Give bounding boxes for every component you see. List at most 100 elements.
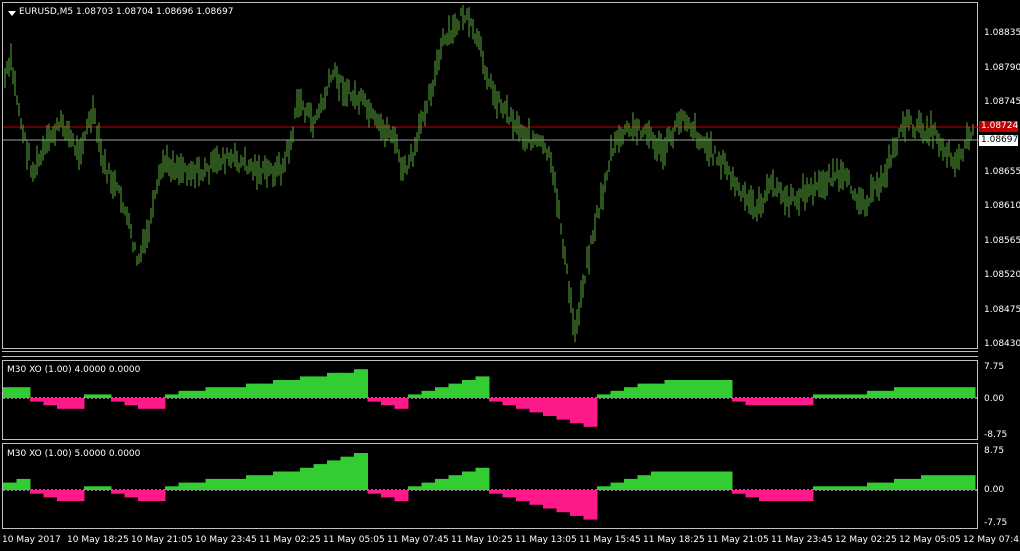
histogram-bar: [111, 398, 125, 402]
price-label: 1.08565: [984, 236, 1020, 246]
histogram-bar: [826, 486, 841, 490]
histogram-bar: [961, 475, 976, 490]
histogram-bar: [111, 490, 125, 494]
histogram-bar: [529, 490, 544, 505]
histogram-bar: [880, 390, 895, 398]
time-label: 10 May 2017: [2, 535, 61, 545]
histogram-bar: [30, 398, 44, 402]
histogram-bar: [205, 387, 220, 398]
histogram-bar: [232, 478, 247, 490]
indicator-1-histogram: [3, 369, 979, 427]
histogram-bar: [381, 490, 395, 498]
histogram-bar: [664, 380, 679, 398]
histogram-bar: [840, 394, 854, 398]
histogram-bar: [165, 394, 179, 398]
histogram-bar: [921, 475, 935, 490]
histogram-bar: [718, 380, 733, 398]
histogram-bar: [502, 490, 517, 498]
histogram-bar: [259, 475, 274, 490]
histogram-bar: [57, 398, 71, 409]
histogram-bar: [57, 490, 71, 502]
histogram-bar: [786, 398, 800, 406]
histogram-bar: [3, 482, 17, 490]
histogram-bar: [273, 380, 287, 398]
histogram-bar: [772, 490, 787, 502]
histogram-bar: [880, 482, 895, 490]
histogram-bar: [462, 471, 476, 490]
indicator-pane-2[interactable]: M30 XO (1.00) 5.0000 0.0000: [2, 443, 979, 529]
histogram-bar: [597, 394, 611, 398]
histogram-bar: [124, 490, 139, 498]
time-label: 11 May 15:45: [579, 535, 641, 545]
indicator-2-histogram: [3, 453, 979, 520]
pane-separator[interactable]: [2, 351, 978, 357]
indicator-pane-1[interactable]: M30 XO (1.00) 4.0000 0.0000: [2, 360, 979, 440]
histogram-bar: [772, 398, 787, 406]
time-label: 11 May 18:25: [643, 535, 705, 545]
histogram-bar: [448, 383, 463, 398]
histogram-bar: [853, 394, 868, 398]
histogram-bar: [246, 475, 260, 490]
ind1-axis-label: 7.75: [984, 362, 1005, 372]
histogram-bar: [97, 486, 112, 490]
histogram-bar: [894, 478, 908, 490]
time-label: 11 May 07:45: [387, 535, 449, 545]
time-label: 10 May 18:25: [67, 535, 129, 545]
histogram-bar: [597, 486, 611, 490]
histogram-bar: [192, 390, 206, 398]
histogram-bar: [435, 387, 449, 398]
price-chart-pane[interactable]: EURUSD,M5 1.08703 1.08704 1.08696 1.0869…: [2, 2, 979, 349]
histogram-bar: [219, 478, 233, 490]
histogram-bar: [313, 464, 328, 490]
histogram-bar: [97, 394, 112, 398]
price-label: 1.08430: [984, 339, 1020, 349]
histogram-bar: [799, 398, 814, 406]
price-label: 1.08745: [984, 97, 1020, 107]
histogram-bar: [651, 471, 665, 490]
histogram-bar: [745, 398, 760, 406]
price-label: 1.08610: [984, 201, 1020, 211]
histogram-bar: [300, 467, 314, 490]
time-label: 10 May 21:05: [131, 535, 193, 545]
histogram-bar: [624, 478, 638, 490]
histogram-bar: [178, 482, 193, 490]
histogram-bar: [867, 390, 881, 398]
histogram-bar: [556, 490, 571, 513]
histogram-bar: [30, 490, 44, 494]
histogram-bar: [745, 490, 760, 498]
time-label: 11 May 02:25: [259, 535, 321, 545]
histogram-bar: [43, 398, 58, 406]
histogram-bar: [840, 486, 854, 490]
histogram-bar: [556, 398, 571, 420]
histogram-bar: [948, 387, 962, 398]
histogram-bar: [151, 398, 166, 409]
histogram-bar: [867, 482, 881, 490]
histogram-bar: [475, 467, 490, 490]
histogram-bar: [394, 490, 409, 502]
histogram-bar: [948, 475, 962, 490]
histogram-bar: [340, 372, 355, 398]
histogram-bar: [705, 380, 719, 398]
histogram-bar: [138, 398, 152, 409]
histogram-bar: [786, 490, 800, 502]
ind1-axis-label: -8.75: [984, 430, 1008, 440]
histogram-bar: [340, 456, 355, 490]
histogram-bar: [894, 387, 908, 398]
current-price-tag: 1.08697: [979, 135, 1019, 146]
histogram-bar: [678, 380, 692, 398]
time-label: 11 May 23:45: [771, 535, 833, 545]
histogram-bar: [246, 383, 260, 398]
histogram-bar: [907, 387, 922, 398]
histogram-bar: [610, 390, 625, 398]
histogram-bar: [570, 398, 584, 424]
histogram-bar: [489, 490, 503, 494]
histogram-bar: [516, 490, 530, 502]
histogram-bar: [759, 490, 773, 502]
price-label: 1.08655: [984, 167, 1020, 177]
histogram-bar: [84, 394, 98, 398]
histogram-bar: [826, 394, 841, 398]
histogram-bar: [421, 390, 436, 398]
histogram-bar: [502, 398, 517, 406]
price-label: 1.08520: [984, 270, 1020, 280]
histogram-bar: [799, 490, 814, 502]
